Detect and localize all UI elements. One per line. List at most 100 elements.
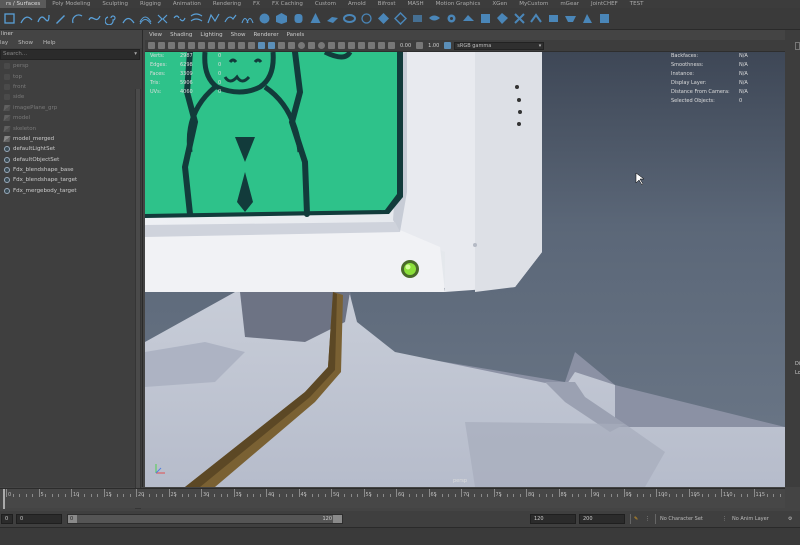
panel-menu-show[interactable]: Show (231, 30, 246, 40)
key-icon[interactable]: ✎ (634, 514, 638, 524)
detach-curve-icon[interactable] (172, 11, 187, 26)
scrollbar-thumb[interactable] (136, 89, 140, 507)
search-dropdown-icon[interactable]: ▾ (134, 50, 137, 59)
outliner-item-persp[interactable]: persp (0, 61, 142, 71)
outliner-menu-display[interactable]: lay (0, 39, 8, 48)
attach-curve-icon[interactable] (155, 11, 170, 26)
shelf-tab-arnold[interactable]: Arnold (342, 0, 372, 8)
shelf-tab-jointchef[interactable]: JointCHEF (585, 0, 624, 8)
arc-curve-icon[interactable] (70, 11, 85, 26)
shelf-tab-fx-caching[interactable]: FX Caching (266, 0, 309, 8)
panel-menu-shading[interactable]: Shading (170, 30, 192, 40)
panel-menu-lighting[interactable]: Lighting (200, 30, 222, 40)
square-nurbs-icon[interactable] (376, 11, 391, 26)
duplicate-curve-icon[interactable] (240, 11, 255, 26)
revolve-icon[interactable] (393, 11, 408, 26)
resolution-gate-icon[interactable] (208, 42, 215, 49)
time-slider[interactable]: 0 5 10 15 20 25 30 35 40 45 50 55 60 65 70 75 80 85 90 95 10… (0, 488, 785, 509)
right-panel-label-layers[interactable]: Lo (795, 369, 800, 378)
outliner-menu-show[interactable]: Show (18, 39, 33, 48)
shelf-tab-poly-modeling[interactable]: Poly Modeling (46, 0, 96, 8)
film-gate-icon[interactable] (198, 42, 205, 49)
curve-edit-icon[interactable] (121, 11, 136, 26)
shelf-tab-bifrost[interactable]: Bifrost (372, 0, 402, 8)
loft-icon[interactable] (410, 11, 425, 26)
sphere-nurbs-icon[interactable] (257, 11, 272, 26)
anim-layer-menu-icon[interactable]: ⋮ (722, 514, 727, 524)
torus-nurbs-icon[interactable] (342, 11, 357, 26)
shelf-tab-animation[interactable]: Animation (167, 0, 207, 8)
square-surface-icon[interactable] (495, 11, 510, 26)
outliner-item-defaultobjectset[interactable]: defaultObjectSet (0, 155, 142, 165)
shelf-tab-curves-surfaces[interactable]: rs / Surfaces (0, 0, 47, 8)
trim-icon[interactable] (529, 11, 544, 26)
select-camera-icon[interactable] (148, 42, 155, 49)
outliner-item-skeleton[interactable]: skeleton (0, 123, 142, 133)
outliner-item-model[interactable]: model (0, 113, 142, 123)
lights-icon[interactable] (298, 42, 305, 49)
untrim-icon[interactable] (546, 11, 561, 26)
boundary-icon[interactable] (478, 11, 493, 26)
bezier-curve-icon[interactable] (87, 11, 102, 26)
depth-of-field-icon[interactable] (348, 42, 355, 49)
shelf-tab-rigging[interactable]: Rigging (134, 0, 167, 8)
isolate-select-icon[interactable] (358, 42, 365, 49)
shelf-tab-test[interactable]: TEST (624, 0, 650, 8)
command-line-bar[interactable] (0, 527, 800, 545)
offset-curve-icon[interactable] (138, 11, 153, 26)
camera-attributes-icon[interactable] (158, 42, 165, 49)
panel-menu-view[interactable]: View (149, 30, 162, 40)
range-end-handle[interactable] (333, 515, 342, 523)
character-set-dropdown[interactable]: No Character Set (660, 514, 703, 524)
outliner-item-fdx-blendshape-base[interactable]: Fdx_blendshape_base (0, 165, 142, 175)
outliner-item-imageplane-grp[interactable]: imagePlane_grp (0, 103, 142, 113)
grid-icon[interactable] (188, 42, 195, 49)
animation-end-field[interactable]: 200 (579, 514, 625, 524)
current-time-marker[interactable] (3, 489, 5, 509)
rebuild-surface-icon[interactable] (563, 11, 578, 26)
gate-mask-icon[interactable] (218, 42, 225, 49)
cube-nurbs-icon[interactable] (274, 11, 289, 26)
3d-viewport[interactable]: Verts: 2987 0 Edges: 6298 0 Faces: 3309 0 Tris… (145, 52, 785, 487)
ambient-occlusion-icon[interactable] (318, 42, 325, 49)
planar-icon[interactable] (427, 11, 442, 26)
outliner-item-model-merged[interactable]: model_merged (0, 134, 142, 144)
textured-icon[interactable] (288, 42, 295, 49)
color-space-dropdown[interactable]: sRGB gamma ▾ (454, 41, 545, 50)
sculpt-surface-icon[interactable] (580, 11, 595, 26)
shelf-tab-rendering[interactable]: Rendering (207, 0, 247, 8)
outliner-item-top[interactable]: top (0, 71, 142, 81)
gamma-icon[interactable] (416, 42, 424, 49)
panel-menu-panels[interactable]: Panels (287, 30, 305, 40)
wireframe-icon[interactable] (258, 42, 265, 49)
settings-icon[interactable]: ⚙ (788, 514, 792, 524)
antialiasing-icon[interactable] (338, 42, 345, 49)
panel-menu-renderer[interactable]: Renderer (253, 30, 278, 40)
color-management-icon[interactable] (444, 42, 452, 49)
smooth-shade-icon[interactable] (268, 42, 275, 49)
shelf-tab-mgear[interactable]: mGear (554, 0, 585, 8)
image-plane-icon[interactable] (178, 42, 185, 49)
playback-range-slider[interactable]: 0 120 (67, 514, 343, 524)
outliner-item-front[interactable]: front (0, 82, 142, 92)
shelf-tab-mash[interactable]: MASH (402, 0, 430, 8)
outliner-item-side[interactable]: side (0, 92, 142, 102)
playback-end-field[interactable]: 120 (530, 514, 576, 524)
anim-layer-dropdown[interactable]: No Anim Layer (732, 514, 769, 524)
xray-icon[interactable] (368, 42, 375, 49)
circle-nurbs-icon[interactable] (359, 11, 374, 26)
cv-curve-icon[interactable] (36, 11, 51, 26)
exposure-value[interactable]: 0.00 (398, 43, 413, 49)
birail-icon[interactable] (461, 11, 476, 26)
outliner-search-input[interactable]: Search... ▾ (0, 49, 140, 60)
shelf-tab-motion-graphics[interactable]: Motion Graphics (430, 0, 487, 8)
cylinder-nurbs-icon[interactable] (291, 11, 306, 26)
extrude-icon[interactable] (444, 11, 459, 26)
loft-curve-icon[interactable] (189, 11, 204, 26)
ep-curve-icon[interactable] (19, 11, 34, 26)
rebuild-curve-icon[interactable] (206, 11, 221, 26)
square-curve-icon[interactable] (2, 11, 17, 26)
bookmark-icon[interactable] (168, 42, 175, 49)
outliner-item-fdx-blendshape-target[interactable]: Fdx_blendshape_target (0, 175, 142, 185)
exposure-icon[interactable] (388, 42, 395, 49)
